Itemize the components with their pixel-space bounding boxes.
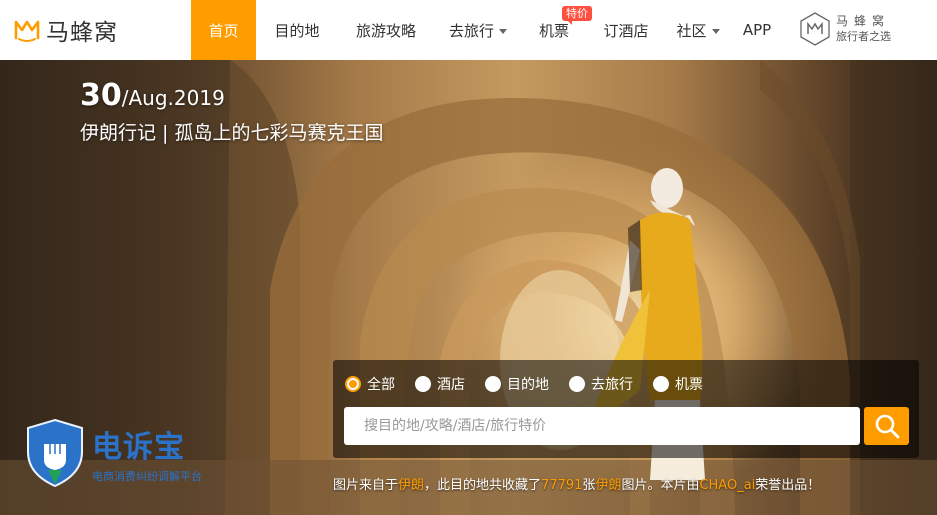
search-option-0[interactable]: 全部	[345, 374, 395, 394]
logo-text: 马蜂窝	[46, 20, 118, 46]
brand-seal-icon	[800, 12, 830, 46]
search-option-3[interactable]: 去旅行	[569, 374, 633, 394]
nav-item-0[interactable]: 首页	[191, 0, 256, 60]
credit-place-link[interactable]: 伊朗	[398, 478, 424, 493]
top-nav: 马蜂窝 首页 目的地 旅游攻略 去旅行 机票 特价 订酒店 社区 APP 马蜂窝 旅行者之选	[0, 0, 937, 60]
credit-text-2: ，此目的地共收藏了	[424, 478, 542, 493]
chevron-down-icon	[499, 28, 507, 34]
radio-circle-icon	[653, 376, 669, 392]
nav-item-label: 社区	[676, 21, 707, 40]
nav-item-2[interactable]: 旅游攻略	[338, 0, 434, 60]
brand-tagline: 马蜂窝 旅行者之选	[836, 14, 896, 44]
search-input[interactable]	[344, 407, 860, 445]
hero-date-month-year: /Aug.2019	[121, 86, 225, 110]
photo-credit: 图片来自于伊朗，此目的地共收藏了77791张伊朗图片。本片由CHAO_ai荣誉出…	[333, 474, 923, 493]
search-category-radios: 全部 酒店 目的地 去旅行 机票	[345, 372, 723, 396]
search-option-label: 去旅行	[591, 377, 633, 393]
credit-place-link-2[interactable]: 伊朗	[595, 478, 621, 493]
nav-item-3[interactable]: 去旅行	[434, 0, 522, 60]
nav-item-5[interactable]: 订酒店	[586, 0, 666, 60]
site-logo[interactable]: 马蜂窝	[14, 14, 118, 46]
nav-item-label: 订酒店	[603, 21, 649, 40]
radio-circle-icon	[345, 376, 361, 392]
search-option-label: 全部	[367, 377, 395, 393]
search-option-label: 机票	[675, 377, 703, 393]
nav-item-label: 机票	[538, 21, 569, 40]
search-option-4[interactable]: 机票	[653, 374, 703, 394]
nav-item-label: 旅游攻略	[355, 21, 416, 40]
search-option-1[interactable]: 酒店	[415, 374, 465, 394]
hero-date-day: 30	[80, 78, 122, 113]
nav-item-6[interactable]: 社区	[666, 0, 730, 60]
search-option-2[interactable]: 目的地	[485, 374, 549, 394]
dianshubao-watermark: 电诉宝 电商消费纠纷调解平台	[26, 418, 226, 490]
magnifier-icon	[875, 414, 899, 439]
radio-circle-icon	[485, 376, 501, 392]
radio-circle-icon	[415, 376, 431, 392]
nav-item-label: 目的地	[274, 21, 320, 40]
credit-text-3: 张	[582, 478, 596, 493]
credit-text-1: 图片来自于	[333, 478, 399, 493]
radio-circle-icon	[569, 376, 585, 392]
chevron-down-icon	[711, 28, 720, 34]
credit-count: 77791	[541, 478, 583, 493]
nav-item-1[interactable]: 目的地	[256, 0, 338, 60]
nav-item-label: APP	[742, 21, 772, 39]
credit-author-link[interactable]: CHAO_ai	[699, 478, 755, 493]
shield-fist-icon	[27, 418, 83, 488]
nav-item-label: 首页	[208, 21, 239, 40]
credit-text-4: 图片。本片由	[621, 478, 700, 493]
search-option-label: 目的地	[507, 377, 549, 393]
search-panel: 全部 酒店 目的地 去旅行 机票	[333, 360, 919, 458]
nav-item-4[interactable]: 机票 特价	[522, 0, 592, 60]
hero-title[interactable]: 伊朗行记 | 孤岛上的七彩马赛克王国	[80, 118, 383, 145]
brand-tagline-name: 马蜂窝	[836, 14, 891, 28]
hero-banner[interactable]: 30/Aug.2019 伊朗行记 | 孤岛上的七彩马赛克王国 电诉宝 电商消费纠…	[0, 60, 937, 515]
brand-tagline-slogan: 旅行者之选	[836, 30, 891, 43]
hero-date: 30/Aug.2019	[80, 78, 225, 113]
nav-item-7[interactable]: APP	[730, 0, 784, 60]
main-menu: 首页 目的地 旅游攻略 去旅行 机票 特价 订酒店 社区 APP	[191, 0, 784, 60]
search-button[interactable]	[864, 407, 909, 445]
watermark-subtitle: 电商消费纠纷调解平台	[92, 470, 202, 483]
search-option-label: 酒店	[437, 377, 465, 393]
credit-text-5: 荣誉出品！	[755, 478, 821, 493]
watermark-title: 电诉宝	[92, 430, 185, 465]
mafengwo-logo-icon	[14, 20, 40, 42]
nav-item-label: 去旅行	[448, 21, 494, 40]
